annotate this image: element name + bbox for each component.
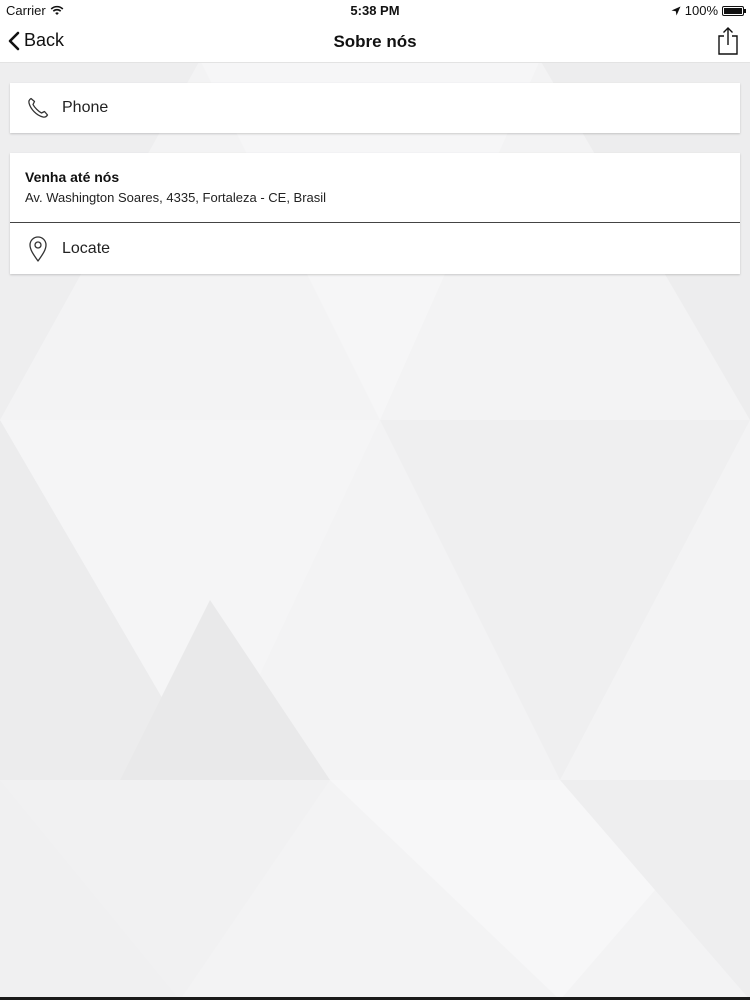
battery-percent: 100% <box>684 3 718 18</box>
page-title: Sobre nós <box>333 32 417 51</box>
status-bar: Carrier 5:38 PM 100% <box>0 0 750 22</box>
phone-card: Phone <box>10 83 740 133</box>
address-title: Venha até nós <box>25 169 120 185</box>
address-block: Venha até nós Av. Washington Soares, 433… <box>10 153 740 223</box>
background-pattern <box>0 0 750 1000</box>
phone-row[interactable]: Phone <box>10 83 740 133</box>
address-text: Av. Washington Soares, 4335, Fortaleza -… <box>25 190 327 205</box>
share-icon <box>718 27 738 55</box>
battery-indicator: 100% <box>671 3 746 18</box>
location-arrow-icon <box>671 6 681 15</box>
address-card: Venha até nós Av. Washington Soares, 433… <box>10 153 740 274</box>
navigation-bar: Back Sobre nós <box>0 22 750 63</box>
share-button[interactable] <box>714 26 742 56</box>
phone-icon <box>24 94 52 122</box>
phone-label: Phone <box>62 99 109 116</box>
battery-icon <box>722 5 746 16</box>
locate-label: Locate <box>62 239 111 257</box>
locate-row[interactable]: Locate <box>10 223 740 274</box>
map-pin-icon <box>24 235 52 263</box>
status-time: 5:38 PM <box>350 3 400 18</box>
